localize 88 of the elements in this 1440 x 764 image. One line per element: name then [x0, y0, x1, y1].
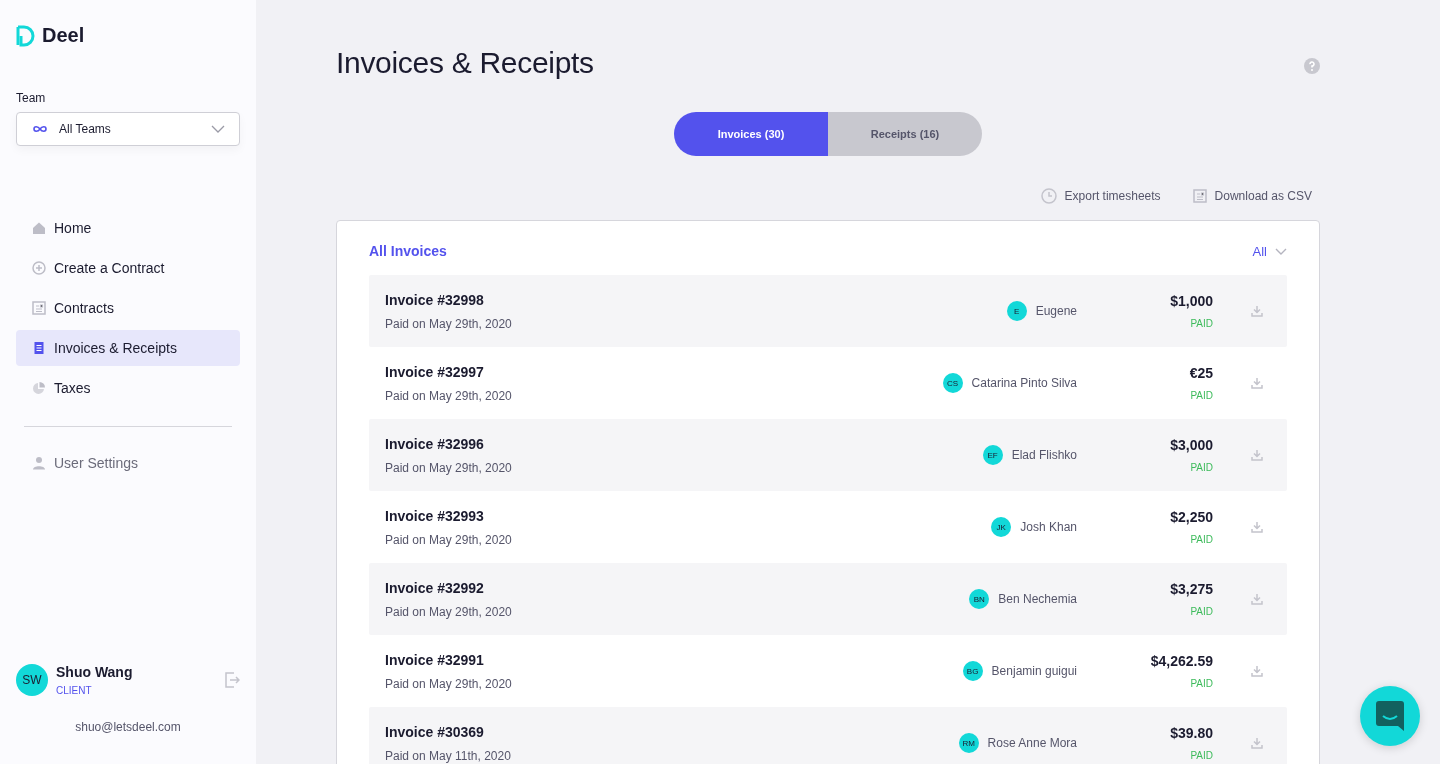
paid-date: Paid on May 11th, 2020	[385, 748, 512, 763]
person-avatar: BG	[962, 661, 983, 681]
paid-date: Paid on May 29th, 2020	[385, 532, 513, 547]
home-icon	[32, 221, 46, 235]
invoice-amount: $1,000	[1169, 293, 1213, 309]
tab[interactable]: Invoices (30)	[674, 112, 828, 156]
person-name: Ben Nechemia	[998, 592, 1077, 606]
person-avatar: BN	[969, 589, 990, 609]
invoice-title: Invoice #32996	[385, 435, 485, 452]
status-label: PAID	[1189, 318, 1213, 329]
nav-item[interactable]: Create a Contract	[16, 250, 240, 286]
invoice-title: Invoice #32998	[385, 291, 485, 308]
filter-dropdown[interactable]: All	[1252, 243, 1287, 259]
download-icon[interactable]	[1251, 665, 1263, 677]
user-role: CLIENT	[56, 685, 93, 696]
status-label: PAID	[1189, 750, 1213, 761]
invoice-title: Invoice #32993	[385, 507, 485, 524]
list-title: All Invoices	[369, 243, 447, 259]
plus-circle-icon	[32, 261, 46, 275]
invoice-amount: $4,262.59	[1149, 653, 1213, 669]
invoice-title: Invoice #30369	[385, 723, 485, 740]
download-icon[interactable]	[1251, 521, 1263, 533]
paid-date: Paid on May 29th, 2020	[385, 460, 513, 475]
invoice-row[interactable]: Invoice #32996 Paid on May 29th, 2020 EF Elad Flishko $3,000 PAID	[369, 419, 1287, 491]
clock-icon	[1040, 188, 1057, 204]
page-title: Invoices & Receipts	[336, 46, 594, 80]
person-avatar: EF	[982, 445, 1003, 465]
status-label: PAID	[1189, 534, 1213, 545]
paid-date: Paid on May 29th, 2020	[385, 388, 513, 403]
status-label: PAID	[1189, 606, 1213, 617]
paid-date: Paid on May 29th, 2020	[385, 316, 513, 331]
download-icon[interactable]	[1251, 449, 1263, 461]
person-avatar: RM	[958, 733, 979, 753]
invoice-row[interactable]: Invoice #32992 Paid on May 29th, 2020 BN Ben Nechemia $3,275 PAID	[369, 563, 1287, 635]
paid-date: Paid on May 29th, 2020	[385, 604, 513, 619]
invoice-amount: $3,000	[1169, 437, 1213, 453]
download-icon[interactable]	[1251, 737, 1263, 749]
brand-name: Deel	[42, 24, 85, 47]
download-icon[interactable]	[1251, 377, 1263, 389]
logout-icon[interactable]	[224, 672, 240, 688]
user-icon	[32, 456, 46, 470]
invoice-row[interactable]: Invoice #32998 Paid on May 29th, 2020 E Eugene $1,000 PAID	[369, 275, 1287, 347]
status-label: PAID	[1189, 462, 1213, 473]
status-label: PAID	[1189, 390, 1213, 401]
person-avatar: CS	[942, 373, 963, 393]
team-label: Team	[16, 91, 47, 105]
download-icon[interactable]	[1251, 305, 1263, 317]
chevron-down-icon	[1275, 247, 1287, 255]
paid-date: Paid on May 29th, 2020	[385, 676, 513, 691]
document-icon	[32, 341, 46, 355]
nav-item[interactable]: User Settings	[16, 445, 240, 481]
document-icon	[32, 301, 46, 315]
chat-icon	[1376, 701, 1404, 731]
pie-chart-icon	[32, 381, 46, 395]
action-link[interactable]: Download as CSV	[1192, 188, 1312, 204]
invoice-row[interactable]: Invoice #30369 Paid on May 11th, 2020 RM Rose Anne Mora $39.80 PAID	[369, 707, 1287, 764]
download-icon[interactable]	[1251, 593, 1263, 605]
invoice-amount: $3,275	[1169, 581, 1213, 597]
invoice-amount: €25	[1188, 365, 1213, 381]
person-name: Elad Flishko	[1011, 448, 1077, 462]
infinity-icon	[33, 125, 47, 133]
document-icon	[1192, 189, 1207, 203]
status-label: PAID	[1189, 678, 1213, 689]
nav-item[interactable]: Contracts	[16, 290, 240, 326]
person-avatar: E	[1006, 301, 1027, 321]
chevron-down-icon	[211, 125, 225, 133]
user-email: shuo@letsdeel.com	[74, 720, 182, 734]
nav-item[interactable]: Taxes	[16, 370, 240, 406]
person-name: Eugene	[1035, 304, 1077, 318]
logo-icon	[16, 24, 36, 47]
invoice-amount: $2,250	[1169, 509, 1213, 525]
person-name: Catarina Pinto Silva	[971, 376, 1077, 390]
invoice-amount: $39.80	[1169, 725, 1213, 741]
nav-item[interactable]: Invoices & Receipts	[16, 330, 240, 366]
user-name: Shuo Wang	[56, 664, 134, 680]
person-avatar: JK	[991, 517, 1012, 537]
invoice-title: Invoice #32992	[385, 579, 485, 596]
user-avatar: SW	[16, 664, 48, 696]
action-link[interactable]: Export timesheets	[1040, 188, 1161, 204]
help-icon[interactable]	[1304, 58, 1320, 74]
person-name: Josh Khan	[1020, 520, 1077, 534]
invoice-title: Invoice #32997	[385, 363, 485, 380]
person-name: Benjamin guigui	[991, 664, 1077, 678]
team-select[interactable]: All Teams	[16, 112, 240, 146]
invoice-title: Invoice #32991	[385, 651, 485, 668]
person-name: Rose Anne Mora	[987, 736, 1077, 750]
nav-item[interactable]: Home	[16, 210, 240, 246]
tab[interactable]: Receipts (16)	[828, 112, 982, 156]
